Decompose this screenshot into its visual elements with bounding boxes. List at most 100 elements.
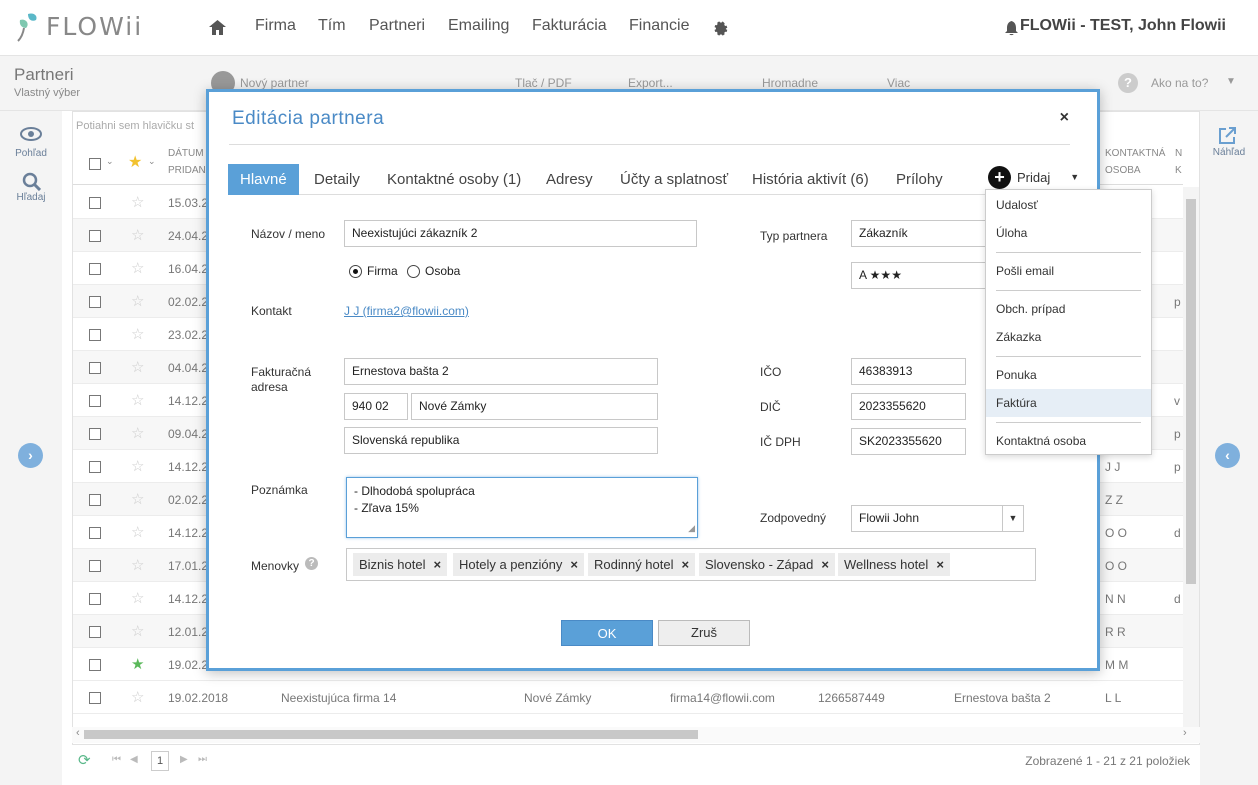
- menu-item-obch-pripad[interactable]: Obch. prípad: [986, 295, 1151, 323]
- remove-tag-icon[interactable]: ×: [570, 557, 578, 572]
- tags-input[interactable]: Biznis hotel × Hotely a penzióny × Rodinný…: [346, 548, 1036, 581]
- nav-emailing[interactable]: Emailing: [448, 17, 509, 35]
- help-icon[interactable]: ?: [1118, 73, 1138, 93]
- eye-icon[interactable]: [20, 127, 42, 141]
- city-input[interactable]: Nové Zámky: [411, 393, 658, 420]
- view-label[interactable]: Pohľad: [0, 148, 62, 159]
- row-checkbox[interactable]: [89, 494, 101, 506]
- row-checkbox[interactable]: [89, 329, 101, 341]
- row-checkbox[interactable]: [89, 593, 101, 605]
- star-icon[interactable]: ★: [128, 152, 142, 172]
- street-input[interactable]: Ernestova bašta 2: [344, 358, 658, 385]
- star-icon[interactable]: ☆: [131, 259, 144, 277]
- nav-tim[interactable]: Tím: [318, 17, 346, 35]
- star-icon[interactable]: ☆: [131, 556, 144, 574]
- star-icon[interactable]: ☆: [131, 193, 144, 211]
- owner-select[interactable]: Flowii John: [851, 505, 1024, 532]
- select-all-checkbox[interactable]: [89, 158, 101, 170]
- contact-link[interactable]: J J (firma2@flowii.com): [344, 304, 469, 318]
- menu-item-faktura[interactable]: Faktúra: [986, 389, 1151, 417]
- bulk-dropdown[interactable]: Hromadne: [762, 76, 818, 90]
- search-icon[interactable]: [22, 172, 41, 191]
- refresh-icon[interactable]: ⟳: [78, 751, 91, 769]
- last-page-icon[interactable]: ⏭: [198, 754, 207, 765]
- tab-hlavne[interactable]: Hlavné: [228, 164, 299, 195]
- remove-tag-icon[interactable]: ×: [936, 557, 944, 572]
- page-number[interactable]: 1: [151, 751, 169, 771]
- row-checkbox[interactable]: [89, 560, 101, 572]
- horizontal-scrollbar[interactable]: ‹ ›: [72, 727, 1200, 743]
- chevron-down-icon[interactable]: ⌄: [106, 156, 114, 167]
- user-name[interactable]: FLOWii - TEST, John Flowii: [1020, 17, 1226, 35]
- star-icon[interactable]: ☆: [131, 424, 144, 442]
- star-icon[interactable]: ☆: [131, 622, 144, 640]
- chevron-down-icon[interactable]: ▼: [1002, 506, 1023, 531]
- tab-historia[interactable]: História aktivít (6): [740, 164, 881, 195]
- export-button[interactable]: Export...: [628, 76, 673, 90]
- row-checkbox[interactable]: [89, 692, 101, 704]
- star-icon[interactable]: ☆: [131, 325, 144, 343]
- radio-firma[interactable]: Firma: [349, 264, 398, 278]
- page-subtitle[interactable]: Vlastný výber: [14, 87, 80, 99]
- menu-item-kontaktna-osoba[interactable]: Kontaktná osoba: [986, 427, 1151, 455]
- zip-input[interactable]: 940 02: [344, 393, 408, 420]
- expand-left-icon[interactable]: ›: [18, 443, 43, 468]
- nav-fakturacia[interactable]: Fakturácia: [532, 17, 607, 35]
- row-checkbox[interactable]: [89, 428, 101, 440]
- resize-handle-icon[interactable]: ◢: [688, 520, 695, 537]
- star-icon[interactable]: ☆: [131, 391, 144, 409]
- table-row[interactable]: ☆ 19.02.2018 Neexistujúca firma 14 Nové …: [73, 681, 1183, 714]
- next-page-icon[interactable]: ▶: [180, 754, 188, 765]
- bell-icon[interactable]: [1005, 21, 1018, 36]
- menu-item-ponuka[interactable]: Ponuka: [986, 361, 1151, 389]
- row-checkbox[interactable]: [89, 230, 101, 242]
- radio-osoba[interactable]: Osoba: [407, 264, 460, 278]
- tab-adresy[interactable]: Adresy: [534, 164, 605, 195]
- star-icon[interactable]: ☆: [131, 490, 144, 508]
- menu-item-zakazka[interactable]: Zákazka: [986, 323, 1151, 351]
- print-button[interactable]: Tlač / PDF: [515, 76, 572, 90]
- logo[interactable]: FLOWii: [14, 8, 143, 44]
- scroll-thumb[interactable]: [1186, 199, 1196, 584]
- menu-item-posli-email[interactable]: Pošli email: [986, 257, 1151, 285]
- star-icon[interactable]: ☆: [131, 523, 144, 541]
- type-select[interactable]: Zákazník: [851, 220, 991, 247]
- ok-button[interactable]: OK: [561, 620, 653, 646]
- chevron-down-icon[interactable]: ▼: [1226, 76, 1236, 87]
- row-checkbox[interactable]: [89, 659, 101, 671]
- gear-icon[interactable]: [711, 20, 728, 37]
- ico-input[interactable]: 46383913: [851, 358, 966, 385]
- home-icon[interactable]: [209, 20, 226, 35]
- chevron-right-icon[interactable]: ›: [1183, 727, 1187, 739]
- menu-item-uloha[interactable]: Úloha: [986, 219, 1151, 247]
- help-icon[interactable]: ?: [305, 557, 318, 570]
- row-checkbox[interactable]: [89, 362, 101, 374]
- prev-page-icon[interactable]: ◀: [130, 754, 138, 765]
- howto-link[interactable]: Ako na to?: [1151, 76, 1208, 90]
- row-checkbox[interactable]: [89, 395, 101, 407]
- hscroll-thumb[interactable]: [84, 730, 698, 739]
- external-link-icon[interactable]: [1218, 126, 1237, 145]
- star-icon[interactable]: ★: [131, 655, 144, 673]
- remove-tag-icon[interactable]: ×: [433, 557, 441, 572]
- row-checkbox[interactable]: [89, 197, 101, 209]
- col-n[interactable]: N: [1175, 148, 1182, 159]
- row-checkbox[interactable]: [89, 527, 101, 539]
- more-dropdown[interactable]: Viac: [887, 76, 910, 90]
- nav-partneri[interactable]: Partneri: [369, 17, 425, 35]
- icdph-input[interactable]: SK2023355620: [851, 428, 966, 455]
- name-input[interactable]: Neexistujúci zákazník 2: [344, 220, 697, 247]
- nav-financie[interactable]: Financie: [629, 17, 689, 35]
- row-checkbox[interactable]: [89, 626, 101, 638]
- rating-select[interactable]: A ★★★: [851, 262, 991, 289]
- menu-item-udalost[interactable]: Udalosť: [986, 191, 1151, 219]
- tab-prilohy[interactable]: Prílohy: [884, 164, 955, 195]
- first-page-icon[interactable]: ⏮: [112, 754, 121, 765]
- remove-tag-icon[interactable]: ×: [682, 557, 690, 572]
- tab-kontaktne-osoby[interactable]: Kontaktné osoby (1): [375, 164, 533, 195]
- star-icon[interactable]: ☆: [131, 358, 144, 376]
- add-button[interactable]: + Pridaj ▼: [988, 162, 1079, 192]
- star-icon[interactable]: ☆: [131, 688, 144, 706]
- chevron-down-icon[interactable]: ⌄: [148, 156, 156, 167]
- nav-firma[interactable]: Firma: [255, 17, 296, 35]
